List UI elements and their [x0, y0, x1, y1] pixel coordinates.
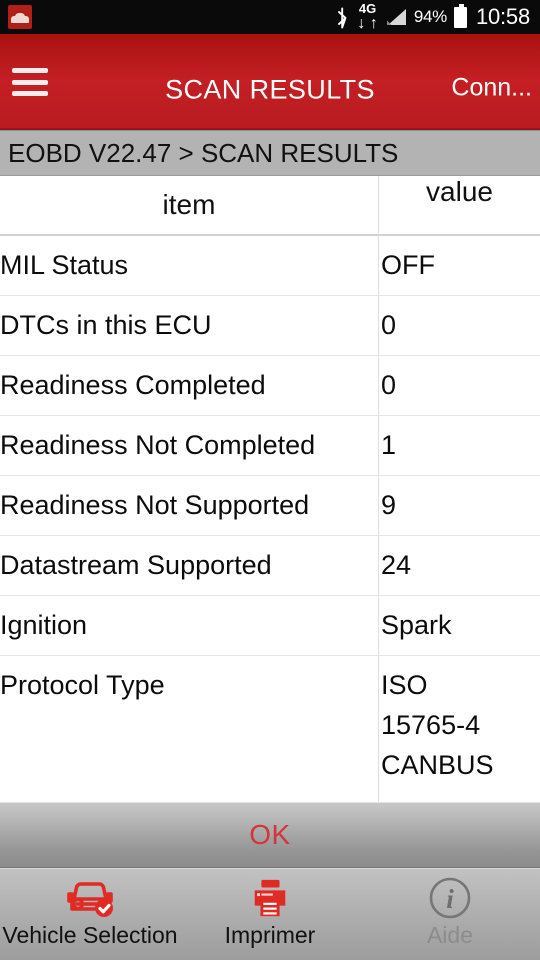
connection-status-action[interactable]: Conn...: [451, 74, 532, 103]
nav-item-imprimer[interactable]: Imprimer: [180, 869, 360, 960]
table-row[interactable]: MIL Status OFF: [0, 236, 540, 296]
row-item-label: Readiness Not Completed: [0, 430, 316, 460]
row-item-label: Readiness Not Supported: [0, 490, 310, 520]
row-item-value: 1: [378, 416, 540, 475]
nav-item-aide[interactable]: i Aide: [360, 869, 540, 960]
android-status-bar: 4G ↓ ↑ 94% 10:58: [0, 0, 540, 34]
nav-item-vehicle-selection[interactable]: Vehicle Selection: [0, 869, 180, 960]
ok-button[interactable]: OK: [0, 802, 540, 868]
row-item-value: 9: [378, 476, 540, 535]
nav-label-imprimer: Imprimer: [224, 922, 316, 948]
app-root: 4G ↓ ↑ 94% 10:58 SCAN RESULTS Conn... EO…: [0, 0, 540, 960]
table-row[interactable]: DTCs in this ECU 0: [0, 296, 540, 356]
status-bar-clock: 10:58: [475, 4, 530, 29]
table-row[interactable]: Readiness Completed 0: [0, 356, 540, 416]
table-row[interactable]: Readiness Not Completed 1: [0, 416, 540, 476]
nav-label-vehicle-selection: Vehicle Selection: [2, 922, 178, 948]
bottom-navigation-bar: Vehicle Selection Imprimer i Aide: [0, 868, 540, 960]
table-row[interactable]: Readiness Not Supported 9: [0, 476, 540, 536]
bluetooth-icon: [334, 6, 350, 29]
scan-results-table: item value MIL Status OFF DTCs in this E…: [0, 176, 540, 802]
nav-label-aide: Aide: [426, 922, 474, 948]
row-item-value: 24: [378, 536, 540, 595]
app-header-bar: SCAN RESULTS Conn...: [0, 34, 540, 130]
row-item-label: Datastream Supported: [0, 550, 272, 580]
data-transfer-arrows: ↓ ↑: [357, 15, 377, 33]
row-item-label: Readiness Completed: [0, 370, 266, 400]
column-header-value: value: [378, 176, 540, 234]
data-down-arrow: ↓: [357, 14, 366, 32]
car-check-icon: [64, 875, 116, 921]
row-item-value: 0: [378, 356, 540, 415]
network-type-label: 4G: [358, 0, 377, 16]
breadcrumb: EOBD V22.47 > SCAN RESULTS: [0, 130, 540, 176]
row-item-value: Spark: [378, 596, 540, 655]
row-item-label: Ignition: [0, 610, 88, 640]
signal-bars-icon: [385, 8, 407, 26]
table-row[interactable]: Protocol Type ISO 15765-4 CANBUS: [0, 656, 540, 802]
data-up-arrow: ↑: [369, 14, 378, 32]
hamburger-bar: [12, 91, 48, 96]
row-item-value: 0: [378, 296, 540, 355]
column-header-item: item: [162, 189, 216, 220]
status-bar-notifications: [8, 5, 32, 29]
table-row[interactable]: Datastream Supported 24: [0, 536, 540, 596]
car-app-icon: [8, 5, 32, 29]
mobile-data-4g-icon: 4G ↓ ↑: [357, 2, 377, 33]
info-circle-icon: i: [428, 875, 472, 921]
table-row[interactable]: Ignition Spark: [0, 596, 540, 656]
row-item-label: MIL Status: [0, 250, 129, 280]
ok-button-label: OK: [249, 819, 291, 850]
row-item-label: DTCs in this ECU: [0, 310, 212, 340]
row-item-value: ISO 15765-4 CANBUS: [378, 656, 540, 802]
row-item-value: OFF: [378, 236, 540, 295]
svg-text:i: i: [446, 884, 454, 914]
status-bar-system-icons: 4G ↓ ↑ 94% 10:58: [334, 2, 530, 33]
hamburger-bar: [12, 68, 48, 73]
hamburger-bar: [12, 79, 48, 85]
battery-percent-label: 94%: [413, 7, 447, 26]
battery-icon: [453, 3, 467, 28]
table-header-row: item value: [0, 176, 540, 236]
hamburger-menu-icon[interactable]: [12, 68, 48, 96]
row-item-label: Protocol Type: [0, 670, 165, 700]
printer-icon: [249, 875, 291, 921]
